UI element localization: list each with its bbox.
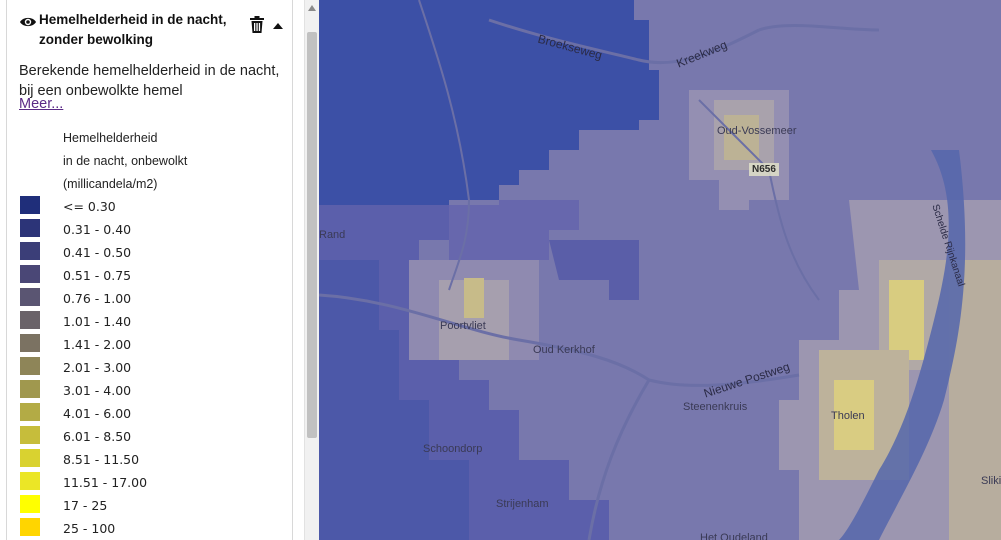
legend-label: 4.01 - 6.00	[63, 406, 132, 421]
collapse-caret-icon[interactable]	[273, 23, 283, 29]
legend-label: 1.01 - 1.40	[63, 314, 132, 329]
more-link[interactable]: Meer...	[19, 96, 63, 112]
scroll-thumb[interactable]	[307, 32, 317, 438]
place-label-het-oudeland: Het Oudeland	[700, 532, 768, 540]
legend-label: 11.51 - 17.00	[63, 475, 148, 490]
legend-title-line-3: (millicandela/m2)	[63, 177, 158, 191]
layer-title: Hemelhelderheid in de nacht, zonder bewo…	[39, 10, 244, 50]
scroll-up-arrow-icon[interactable]	[308, 5, 316, 11]
legend-label: 8.51 - 11.50	[63, 452, 140, 467]
legend-swatch	[20, 219, 40, 237]
legend-swatch	[20, 357, 40, 375]
legend-swatch	[20, 334, 40, 352]
legend-swatch	[20, 311, 40, 329]
map-canvas	[319, 0, 1001, 540]
place-label-sliki: Sliki	[981, 475, 1001, 487]
legend-label: 3.01 - 4.00	[63, 383, 132, 398]
legend-swatch	[20, 288, 40, 306]
panel-scrollbar[interactable]	[304, 0, 319, 540]
place-label-oud-vossemeer: Oud-Vossemeer	[717, 125, 797, 137]
legend-label: 17 - 25	[63, 498, 108, 513]
place-label-oud-kerkhof: Oud Kerkhof	[533, 344, 595, 356]
place-label-poortvliet: Poortvliet	[440, 320, 486, 332]
place-label-tholen: Tholen	[831, 410, 865, 422]
layer-description-line-1: Berekende hemelhelderheid in de nacht,	[19, 63, 280, 79]
legend-label: <= 0.30	[63, 199, 116, 214]
legend-swatch	[20, 380, 40, 398]
map-view[interactable]: Broekseweg Kreekweg Nieuwe Postweg Schel…	[319, 0, 1001, 540]
place-label-schoondorp: Schoondorp	[423, 443, 483, 455]
legend-swatch	[20, 472, 40, 490]
legend-label: 1.41 - 2.00	[63, 337, 132, 352]
legend-label: 25 - 100	[63, 521, 116, 536]
legend-swatch	[20, 196, 40, 214]
legend-label: 0.41 - 0.50	[63, 245, 132, 260]
legend-label: 2.01 - 3.00	[63, 360, 132, 375]
place-label-strijenham: Strijenham	[496, 498, 549, 510]
layer-panel: Hemelhelderheid in de nacht, zonder bewo…	[0, 0, 304, 540]
road-shield-n656: N656	[749, 163, 779, 176]
legend-swatch	[20, 265, 40, 283]
legend-label: 0.31 - 0.40	[63, 222, 132, 237]
eye-icon[interactable]	[19, 13, 37, 31]
place-label-steenenkruis: Steenenkruis	[683, 401, 748, 413]
legend-swatch	[20, 242, 40, 260]
legend-swatch	[20, 426, 40, 444]
legend-label: 0.51 - 0.75	[63, 268, 132, 283]
legend-swatch	[20, 495, 40, 513]
legend-title-line-2: in de nacht, onbewolkt	[63, 154, 188, 168]
layer-title-line-1: Hemelhelderheid in de nacht,	[39, 12, 227, 27]
trash-icon[interactable]	[249, 16, 265, 34]
legend-label: 0.76 - 1.00	[63, 291, 132, 306]
legend-title-line-1: Hemelhelderheid	[63, 131, 158, 145]
place-label-rand: Rand	[319, 229, 346, 241]
legend-swatch	[20, 403, 40, 421]
layer-card: Hemelhelderheid in de nacht, zonder bewo…	[6, 0, 293, 540]
legend-swatch	[20, 449, 40, 467]
legend-label: 6.01 - 8.50	[63, 429, 132, 444]
layer-description: Berekende hemelhelderheid in de nacht, b…	[19, 61, 289, 101]
layer-title-line-2: zonder bewolking	[39, 32, 154, 47]
legend-swatch	[20, 518, 40, 536]
